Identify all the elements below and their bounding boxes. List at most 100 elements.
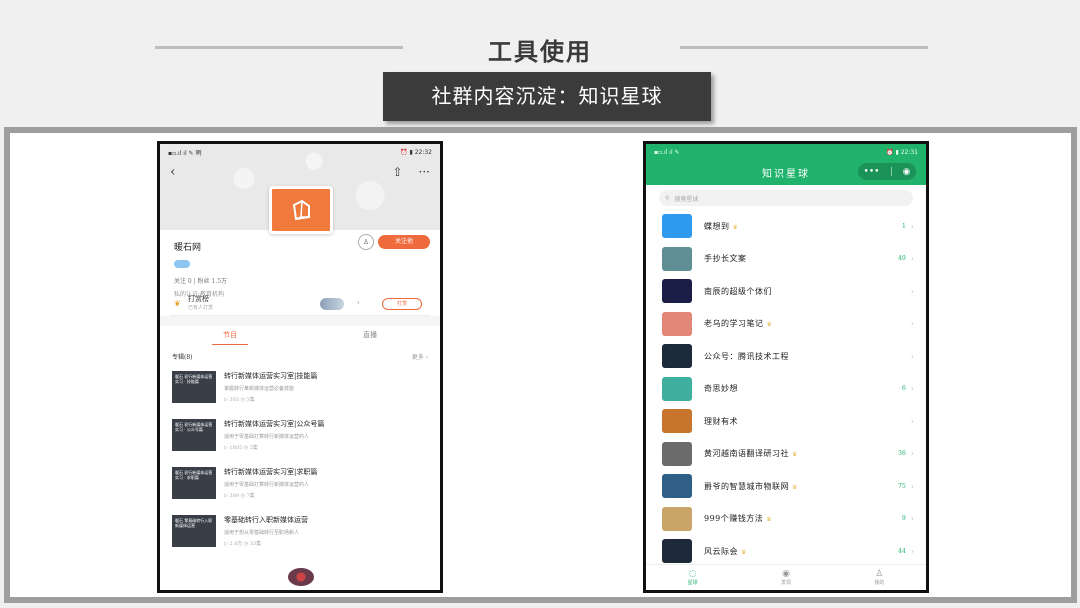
list-item[interactable]: 暖石 初行新媒体运营实习 · 公众号篇 转行新媒体运营实习室|公众号篇 适用于零… xyxy=(160,413,440,461)
crown-icon: ♛ xyxy=(766,321,773,329)
list-item[interactable]: 暖石 零基础转行入职新媒体运营 零基础转行入职新媒体运营 适用于想从零基础转行至… xyxy=(160,509,440,557)
planet-list: 蝶想到 ♛ 1 › 手抄长文案 49 › 南辰的超级个体们 › 老乌的学习笔记 ♛ › 公众号：腾讯技术… xyxy=(646,210,926,568)
course-desc: 适用于零基础打算转行新媒体运营的人 xyxy=(224,434,310,440)
planet-name-text: 蝶想到 xyxy=(704,221,730,231)
list-item[interactable]: 理财有术 › xyxy=(646,405,926,438)
album-section-header: 专辑(8) 更多 › xyxy=(160,344,440,365)
rank-avatars xyxy=(320,298,344,310)
chevron-right-icon: › xyxy=(910,514,914,524)
right-phone-screenshot: ▪▫.ıl ıl ✎ ⏰ ▮ 22:31 知识星球 ••• ◉ ⚲ 搜索星球 蝶… xyxy=(643,141,929,593)
list-item[interactable]: 奇思妙想 6 › xyxy=(646,373,926,406)
reward-rank-row[interactable]: ❦ 打赏榜 已有人打赏 › 打赏 xyxy=(170,292,430,316)
chevron-right-icon: › xyxy=(910,286,914,296)
nav-actions: ⇧ ··· xyxy=(392,165,430,179)
crown-icon: ♛ xyxy=(792,483,798,491)
course-meta: ▷ 389 ◷ 7集 xyxy=(224,493,255,499)
list-item[interactable]: 爵爷的智慧城市物联网 ♛ 75 › xyxy=(646,470,926,503)
crown-icon: ♛ xyxy=(732,223,739,231)
status-right: ⏰ ▮ 22:32 xyxy=(400,148,432,156)
tab-planet[interactable]: ◌ 星球 xyxy=(646,565,739,590)
planet-name-text: 公众号：腾讯技术工程 xyxy=(704,351,789,361)
list-item[interactable]: 手抄长文案 49 › xyxy=(646,243,926,276)
search-icon: ⚲ xyxy=(665,194,670,202)
list-item[interactable]: 公众号：腾讯技术工程 › xyxy=(646,340,926,373)
section-title: 专辑(8) xyxy=(172,354,193,361)
list-item[interactable]: 蝶想到 ♛ 1 › xyxy=(646,210,926,243)
coin-icon xyxy=(662,506,692,531)
status-left: ▪▫.ıl ıl ✎ 咧 xyxy=(168,149,202,157)
back-icon[interactable]: ‹ xyxy=(170,164,176,180)
cloud-icon xyxy=(662,539,692,564)
planet-name-text: 老乌的学习笔记 xyxy=(704,319,764,329)
penguin-icon xyxy=(662,344,692,369)
reward-button[interactable]: 打赏 xyxy=(382,298,422,310)
title-row: 知识星球 ••• ◉ xyxy=(646,160,926,185)
follow-button[interactable]: 关注他 xyxy=(378,235,430,249)
tab-programs[interactable]: 节目 xyxy=(160,330,300,345)
user-icon: ♙ xyxy=(875,569,884,579)
planet-name: 手抄长文案 xyxy=(704,253,898,264)
planet-name: 老乌的学习笔记 ♛ xyxy=(704,318,906,329)
capsule-divider xyxy=(890,167,892,176)
tab-mine[interactable]: ♙ 我的 xyxy=(833,565,926,590)
planet-name: 理财有术 xyxy=(704,416,906,427)
planet-name: 风云际会 ♛ xyxy=(704,546,898,557)
app-header: ▪▫.ıl ıl ✎ ⏰ ▮ 22:31 知识星球 ••• ◉ xyxy=(646,144,926,185)
unread-count: 9 xyxy=(901,515,906,523)
chevron-right-icon: › xyxy=(356,298,360,307)
tab-discover[interactable]: ◉ 发现 xyxy=(739,565,832,590)
list-item[interactable]: 南辰的超级个体们 › xyxy=(646,275,926,308)
chevron-right-icon: › xyxy=(910,416,914,426)
chevron-right-icon: › xyxy=(910,319,914,329)
list-item[interactable]: 老乌的学习笔记 ♛ › xyxy=(646,308,926,341)
more-link[interactable]: 更多 › xyxy=(412,352,428,361)
tab-live[interactable]: 直播 xyxy=(300,330,440,340)
search-input[interactable]: ⚲ 搜索星球 xyxy=(659,190,913,206)
planet-name: 奇思妙想 xyxy=(704,383,902,394)
user-icon[interactable]: ♙ xyxy=(358,234,374,250)
list-item[interactable]: 黄河越南语翻译研习社 ♛ 36 › xyxy=(646,438,926,471)
crown-icon: ♛ xyxy=(741,548,747,556)
share-icon[interactable]: ⇧ xyxy=(392,165,402,179)
list-item[interactable]: 暖石 初行新媒体运营实习 · 技能篇 转行新媒体运营实习室|技能篇 掌握转行某新… xyxy=(160,365,440,413)
list-item[interactable]: 风云际会 ♛ 44 › xyxy=(646,535,926,568)
course-thumbnail: 暖石 初行新媒体运营实习 · 公众号篇 xyxy=(172,419,216,451)
course-desc: 掌握转行某新媒体运营必备技能 xyxy=(224,386,295,392)
slide-title: 工具使用 xyxy=(488,38,592,66)
arrow-icon xyxy=(662,246,692,271)
finance-icon xyxy=(662,409,692,434)
tab-label: 星球 xyxy=(687,580,698,586)
crown-icon: ♛ xyxy=(766,516,773,524)
planet-name: 黄河越南语翻译研习社 ♛ xyxy=(704,448,898,459)
idea-icon xyxy=(662,376,692,401)
course-desc: 适用于零基础打算转行新媒体运营的人 xyxy=(224,482,310,488)
crown-icon: ♛ xyxy=(792,451,798,459)
course-meta: ▷ 303 ◷ 3集 xyxy=(224,397,255,403)
planet-name: 蝶想到 ♛ xyxy=(704,221,902,232)
planet-name-text: 奇思妙想 xyxy=(704,384,738,394)
verified-badge-icon xyxy=(174,260,190,268)
chevron-right-icon: › xyxy=(910,384,914,394)
planet-name-text: 南辰的超级个体们 xyxy=(704,286,772,296)
cube-logo-icon xyxy=(292,199,310,221)
unread-count: 75 xyxy=(898,482,906,490)
list-item[interactable]: 暖石 初行新媒体运营实习 · 求职篇 转行新媒体运营实习室|求职篇 适用于零基础… xyxy=(160,461,440,509)
divider xyxy=(160,316,440,326)
course-title: 转行新媒体运营实习室|技能篇 xyxy=(224,372,318,380)
unread-count: 44 xyxy=(898,547,906,555)
status-bar: ▪▫.ıl ıl ✎ ⏰ ▮ 22:31 xyxy=(646,144,926,160)
more-icon[interactable]: ··· xyxy=(419,165,430,179)
close-target-icon[interactable]: ◉ xyxy=(903,167,911,177)
more-icon[interactable]: ••• xyxy=(864,167,880,177)
unread-count: 6 xyxy=(901,385,906,393)
floating-avatar[interactable] xyxy=(288,568,314,586)
planet-name-text: 爵爷的智慧城市物联网 xyxy=(704,481,789,491)
unread-count: 36 xyxy=(898,450,906,458)
city-icon xyxy=(662,474,692,499)
list-item[interactable]: 999个赚钱方法 ♛ 9 › xyxy=(646,503,926,536)
tab-label: 我的 xyxy=(874,580,885,586)
planet-name: 南辰的超级个体们 xyxy=(704,286,906,297)
course-title: 零基础转行入职新媒体运营 xyxy=(224,516,308,524)
planet-name-text: 黄河越南语翻译研习社 xyxy=(704,449,789,459)
chevron-right-icon: › xyxy=(910,546,914,556)
